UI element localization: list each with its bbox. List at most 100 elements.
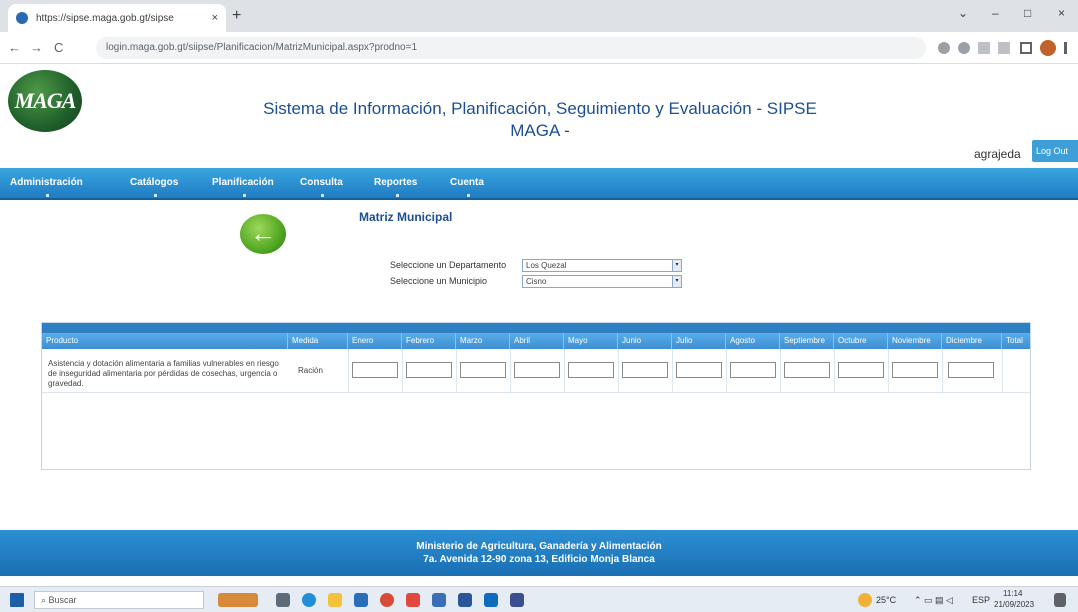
outlook-icon[interactable]	[484, 593, 498, 607]
share-icon[interactable]	[978, 42, 990, 54]
task-view-icon[interactable]	[276, 593, 290, 607]
word-icon[interactable]	[458, 593, 472, 607]
column-header-febrero: Febrero	[402, 333, 456, 349]
municipio-value: Cisno	[526, 277, 547, 286]
back-arrow-button[interactable]: ←	[240, 214, 286, 254]
maximize-button[interactable]: □	[1024, 6, 1031, 20]
input-julio[interactable]	[676, 362, 722, 378]
clock-time[interactable]: 11:14	[1003, 589, 1022, 598]
browser-tab[interactable]: https://sipse.maga.gob.gt/sipse ×	[8, 4, 226, 32]
language-indicator[interactable]: ESP	[972, 595, 990, 605]
profile-avatar[interactable]	[1040, 40, 1056, 56]
table-row: Asistencia y dotación alimentaria a fami…	[42, 349, 1030, 393]
product-cell: Asistencia y dotación alimentaria a fami…	[48, 359, 279, 388]
user-name: agrajeda	[974, 147, 1021, 161]
column-header-enero: Enero	[348, 333, 402, 349]
column-header-octubre: Octubre	[834, 333, 888, 349]
browser-tab-bar: https://sipse.maga.gob.gt/sipse × + ⌄ – …	[0, 0, 1078, 32]
forward-nav-button[interactable]: →	[30, 40, 43, 55]
site-favicon-icon	[16, 12, 28, 24]
input-diciembre[interactable]	[948, 362, 994, 378]
menu-item-reportes[interactable]: Reportes	[374, 177, 417, 197]
app-icon[interactable]	[432, 593, 446, 607]
column-header-medida: Medida	[288, 333, 348, 349]
column-divider	[402, 349, 403, 393]
minimize-button[interactable]: –	[992, 6, 999, 20]
chevron-down-icon: ▾	[672, 276, 681, 287]
address-bar[interactable]: login.maga.gob.gt/siipse/Planificacion/M…	[96, 37, 926, 59]
side-panel-icon[interactable]	[1020, 42, 1032, 54]
logout-button[interactable]: Log Out	[1032, 140, 1078, 162]
input-octubre[interactable]	[838, 362, 884, 378]
column-header-julio: Julio	[672, 333, 726, 349]
departamento-value: Los Quezal	[526, 261, 567, 270]
store-icon[interactable]	[354, 593, 368, 607]
input-septiembre[interactable]	[784, 362, 830, 378]
input-enero[interactable]	[352, 362, 398, 378]
app-icon[interactable]	[510, 593, 524, 607]
widgets-icon[interactable]	[218, 593, 258, 607]
menu-item-consulta[interactable]: Consulta	[300, 177, 343, 197]
municipio-select[interactable]: Cisno ▾	[522, 275, 682, 288]
browser-menu-icon[interactable]	[1064, 42, 1067, 54]
column-header-mayo: Mayo	[564, 333, 618, 349]
column-header-marzo: Marzo	[456, 333, 510, 349]
site-title: Sistema de Información, Planificación, S…	[180, 98, 900, 142]
reload-button[interactable]: C	[54, 40, 63, 55]
clock-date[interactable]: 21/09/2023	[994, 600, 1034, 609]
input-noviembre[interactable]	[892, 362, 938, 378]
menu-item-planificacion[interactable]: Planificación	[212, 177, 274, 197]
municipio-label: Seleccione un Municipio	[390, 276, 488, 286]
column-divider	[726, 349, 727, 393]
start-menu-icon[interactable]	[10, 593, 24, 607]
weather-icon[interactable]	[858, 593, 872, 607]
input-junio[interactable]	[622, 362, 668, 378]
column-divider	[888, 349, 889, 393]
column-divider	[834, 349, 835, 393]
windows-taskbar: ⌕ Buscar 25°C ⌃ ▭ ▤ ◁ ESP 11:14 21/09/20…	[0, 586, 1078, 612]
tab-search-icon[interactable]: ⌄	[958, 6, 968, 20]
app-icon[interactable]	[406, 593, 420, 607]
menu-item-cuenta[interactable]: Cuenta	[450, 177, 484, 197]
main-menu: Administración Catálogos Planificación C…	[0, 168, 1078, 200]
column-header-junio: Junio	[618, 333, 672, 349]
departamento-label: Seleccione un Departamento	[390, 260, 507, 270]
table-top-bar	[42, 323, 1030, 333]
taskbar-search[interactable]: ⌕ Buscar	[34, 591, 204, 609]
new-tab-button[interactable]: +	[232, 7, 241, 25]
table-header: Producto Medida Enero Febrero Marzo Abri…	[42, 333, 1030, 349]
site-title-line1: Sistema de Información, Planificación, S…	[263, 99, 817, 118]
back-nav-button[interactable]: ←	[8, 40, 21, 55]
input-mayo[interactable]	[568, 362, 614, 378]
bookmark-star-icon[interactable]	[998, 42, 1010, 54]
departamento-select[interactable]: Los Quezal ▾	[522, 259, 682, 272]
footer-line1: Ministerio de Agricultura, Ganadería y A…	[416, 541, 662, 552]
column-divider	[942, 349, 943, 393]
input-abril[interactable]	[514, 362, 560, 378]
column-header-producto: Producto	[42, 333, 288, 349]
google-lens-icon[interactable]	[938, 42, 950, 54]
file-explorer-icon[interactable]	[328, 593, 342, 607]
maga-logo: MAGA	[8, 70, 82, 132]
unit-cell: Ración	[298, 366, 323, 375]
column-divider	[672, 349, 673, 393]
chrome-icon[interactable]	[380, 593, 394, 607]
column-divider	[348, 349, 349, 393]
menu-item-administracion[interactable]: Administración	[10, 177, 83, 197]
notification-icon[interactable]	[1054, 593, 1066, 607]
taskbar-search-text: Buscar	[48, 595, 77, 605]
menu-item-catalogos[interactable]: Catálogos	[130, 177, 178, 197]
tray-icons[interactable]: ⌃ ▭ ▤ ◁	[914, 595, 953, 606]
column-header-agosto: Agosto	[726, 333, 780, 349]
input-febrero[interactable]	[406, 362, 452, 378]
column-divider	[564, 349, 565, 393]
weather-temperature[interactable]: 25°C	[876, 595, 896, 605]
close-window-button[interactable]: ×	[1058, 6, 1065, 20]
zoom-icon[interactable]	[958, 42, 970, 54]
tab-close-icon[interactable]: ×	[212, 12, 218, 24]
input-agosto[interactable]	[730, 362, 776, 378]
column-header-total: Total	[1006, 336, 1023, 345]
footer-line2: 7a. Avenida 12-90 zona 13, Edificio Monj…	[423, 554, 655, 565]
input-marzo[interactable]	[460, 362, 506, 378]
edge-icon[interactable]	[302, 593, 316, 607]
